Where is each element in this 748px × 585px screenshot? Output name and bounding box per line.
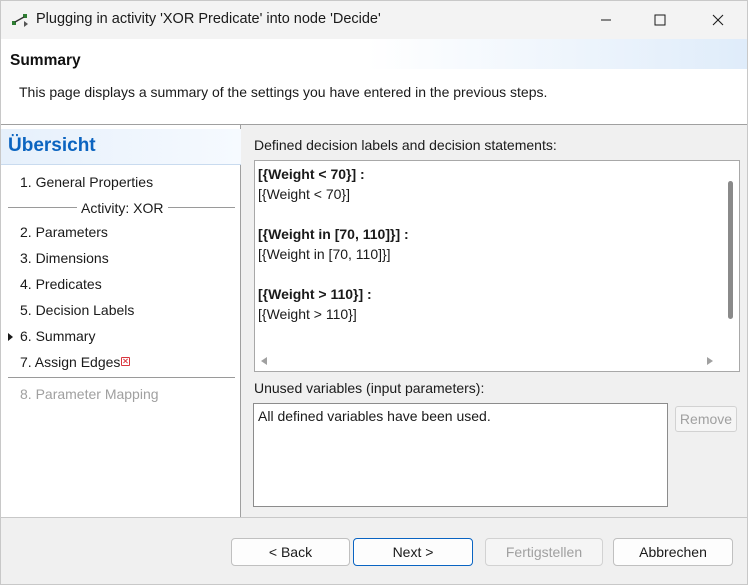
unused-variables-text: All defined variables have been used.	[258, 408, 491, 424]
statements-textarea[interactable]: [{Weight < 70}] : [{Weight < 70}] [{Weig…	[254, 160, 740, 372]
decision-statement-2: [{Weight in [70, 110]}]	[258, 246, 391, 262]
step-assign-edges-label: 7. Assign Edges	[20, 354, 121, 370]
steps-panel-title: Übersicht	[1, 129, 241, 165]
wizard-footer: < Back Next > Fertigstellen Abbrechen	[1, 518, 747, 584]
step-dimensions[interactable]: 3. Dimensions	[20, 250, 109, 266]
maximize-icon	[654, 14, 666, 26]
statements-horizontal-scrollbar[interactable]	[255, 351, 723, 371]
error-icon	[121, 357, 131, 366]
wizard-steps-panel: Übersicht 1. General Properties Activity…	[1, 125, 241, 517]
step-group-label: Activity: XOR	[79, 200, 166, 216]
statements-label: Defined decision labels and decision sta…	[254, 137, 557, 153]
step-summary[interactable]: 6. Summary	[20, 328, 95, 344]
steps-panel-title-text: Übersicht	[8, 135, 96, 156]
header-gradient	[367, 39, 747, 69]
decision-label-3: [{Weight > 110}] :	[258, 286, 372, 302]
statements-vertical-scrollbar[interactable]	[722, 161, 739, 351]
step-parameters[interactable]: 2. Parameters	[20, 224, 108, 240]
decision-statement-1: [{Weight < 70}]	[258, 186, 350, 202]
minimize-icon	[601, 19, 611, 21]
decision-label-2: [{Weight in [70, 110]}] :	[258, 226, 409, 242]
unused-variables-list[interactable]: All defined variables have been used.	[253, 403, 668, 507]
step-assign-edges[interactable]: 7. Assign Edges	[20, 354, 131, 370]
current-step-arrow-icon	[8, 333, 13, 341]
unused-variables-label: Unused variables (input parameters):	[254, 380, 485, 396]
close-button[interactable]	[695, 1, 741, 39]
page-description: This page displays a summary of the sett…	[19, 84, 548, 100]
decision-statement-3: [{Weight > 110}]	[258, 306, 357, 322]
step-group-divider-right	[168, 207, 235, 208]
wizard-dialog: Plugging in activity 'XOR Predicate' int…	[0, 0, 748, 585]
window-title: Plugging in activity 'XOR Predicate' int…	[36, 11, 381, 27]
step-group-divider-left	[8, 207, 77, 208]
remove-button[interactable]: Remove	[675, 406, 737, 432]
cancel-button[interactable]: Abbrechen	[613, 538, 733, 566]
step-decision-labels[interactable]: 5. Decision Labels	[20, 302, 134, 318]
scroll-left-icon[interactable]	[261, 357, 267, 365]
wizard-header: Summary This page displays a summary of …	[1, 39, 747, 125]
maximize-button[interactable]	[637, 1, 683, 39]
plugin-activity-icon	[12, 14, 28, 27]
summary-content: Defined decision labels and decision sta…	[242, 125, 747, 517]
title-bar[interactable]: Plugging in activity 'XOR Predicate' int…	[1, 1, 747, 39]
step-general-properties[interactable]: 1. General Properties	[20, 174, 153, 190]
back-button[interactable]: < Back	[231, 538, 350, 566]
steps-divider	[8, 377, 235, 378]
next-button[interactable]: Next >	[353, 538, 473, 566]
statements-text: [{Weight < 70}] : [{Weight < 70}] [{Weig…	[258, 163, 718, 348]
step-parameter-mapping: 8. Parameter Mapping	[20, 386, 159, 402]
minimize-button[interactable]	[583, 1, 629, 39]
vertical-scroll-thumb[interactable]	[728, 181, 733, 319]
decision-label-1: [{Weight < 70}] :	[258, 166, 365, 182]
step-predicates[interactable]: 4. Predicates	[20, 276, 102, 292]
page-title: Summary	[10, 52, 81, 69]
scroll-right-icon[interactable]	[707, 357, 713, 365]
finish-button[interactable]: Fertigstellen	[485, 538, 603, 566]
close-icon	[712, 14, 724, 26]
